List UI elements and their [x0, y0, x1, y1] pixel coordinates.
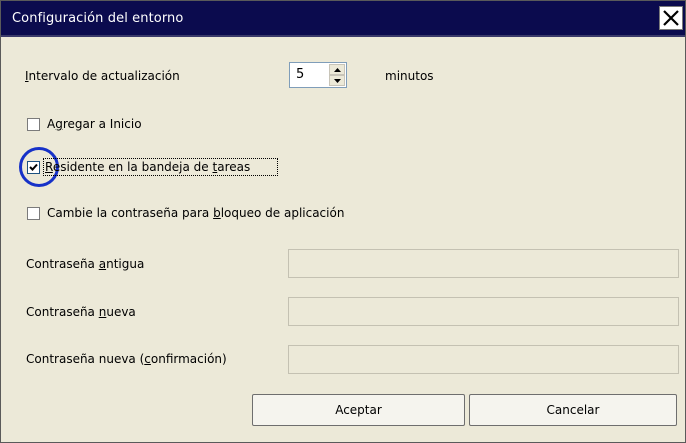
settings-dialog: Configuración del entorno Intervalo de a… — [0, 0, 686, 443]
triangle-down-icon — [333, 78, 341, 83]
triangle-up-icon — [333, 67, 341, 72]
close-button[interactable] — [659, 6, 683, 30]
resident-tray-checkbox[interactable] — [27, 161, 40, 174]
old-password-label: Contraseña antigua — [26, 257, 145, 271]
update-interval-spinbox[interactable]: 5 — [289, 62, 347, 88]
cancel-button[interactable]: Cancelar — [469, 394, 677, 426]
title-bar: Configuración del entorno — [1, 1, 685, 37]
check-mark-icon — [29, 163, 38, 171]
add-to-start-checkbox[interactable] — [27, 118, 40, 131]
update-interval-value[interactable]: 5 — [296, 67, 304, 82]
new-password-label: Contraseña nueva — [26, 305, 136, 319]
new-password-field[interactable] — [288, 297, 679, 326]
change-password-label[interactable]: Cambie la contraseña para bloqueo de apl… — [47, 206, 344, 220]
spin-down-button[interactable] — [329, 75, 345, 86]
resident-tray-label[interactable]: Residente en la bandeja de tareas — [45, 160, 250, 174]
change-password-checkbox[interactable] — [27, 207, 40, 220]
confirm-password-label: Contraseña nueva (confirmación) — [26, 352, 227, 366]
add-to-start-label[interactable]: Agregar a Inicio — [47, 117, 142, 131]
confirm-password-field[interactable] — [288, 345, 679, 374]
old-password-field[interactable] — [288, 249, 679, 278]
close-icon — [663, 10, 679, 26]
minutes-unit-label: minutos — [385, 69, 434, 83]
update-interval-label: Intervalo de actualización — [25, 69, 180, 83]
window-title: Configuración del entorno — [12, 11, 184, 26]
ok-button[interactable]: Aceptar — [252, 394, 465, 426]
spin-up-button[interactable] — [329, 64, 345, 75]
